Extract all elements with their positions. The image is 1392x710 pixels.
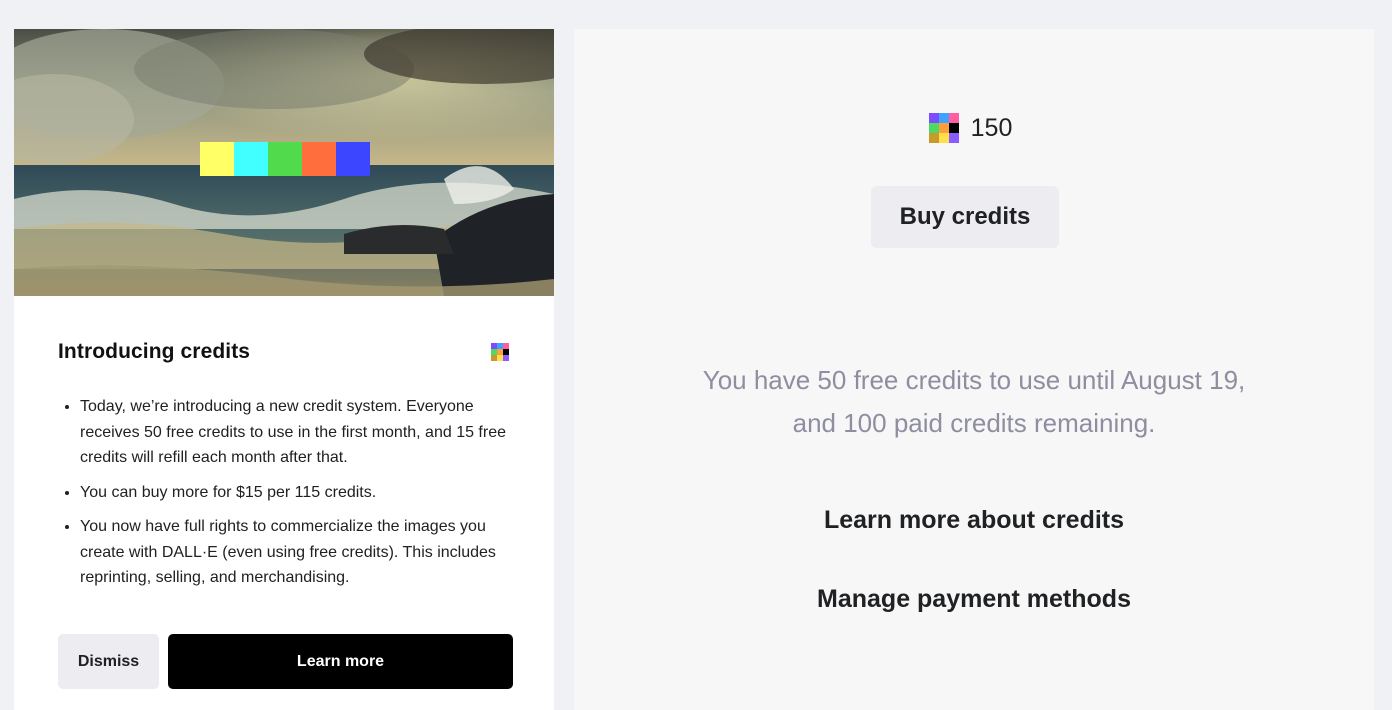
credits-icon-cell <box>948 123 959 133</box>
credits-icon-cell <box>938 123 949 133</box>
credits-icon-cell <box>948 113 959 123</box>
dalle-logo-swatches <box>200 142 370 176</box>
credits-icon-cell <box>928 133 939 143</box>
logo-swatch-orange <box>302 142 336 176</box>
card-actions: Dismiss Learn more <box>58 634 513 689</box>
card-title: Introducing credits <box>58 340 251 363</box>
learn-more-credits-link[interactable]: Learn more about credits <box>574 506 1374 535</box>
dismiss-button[interactable]: Dismiss <box>58 634 159 689</box>
balance-description: You have 50 free credits to use until Au… <box>574 359 1374 445</box>
feature-list: Today, we’re introducing a new credit sy… <box>58 394 512 591</box>
credits-icon-cell <box>938 113 949 123</box>
balance-line: and 100 paid credits remaining. <box>792 408 1156 438</box>
credits-icon-cell <box>503 355 509 361</box>
hero-image <box>14 29 554 296</box>
logo-swatch-yellow <box>200 142 234 176</box>
balance-line: You have 50 free credits to use until Au… <box>702 365 1246 395</box>
credits-icon-cell <box>928 123 939 133</box>
logo-swatch-blue <box>336 142 370 176</box>
credits-icon-cell <box>938 133 949 143</box>
credits-icon-cell <box>928 113 939 123</box>
learn-more-button[interactable]: Learn more <box>168 634 513 689</box>
list-item: Today, we’re introducing a new credit sy… <box>80 394 512 471</box>
card-body: Introducing credits Today, we’re introdu… <box>14 296 554 591</box>
credits-icon-cell <box>948 133 959 143</box>
introducing-credits-card: Introducing credits Today, we’re introdu… <box>14 29 554 710</box>
manage-payment-methods-link[interactable]: Manage payment methods <box>574 585 1374 614</box>
credit-count: 150 <box>970 113 1013 142</box>
credit-balance: 150 <box>567 113 1374 143</box>
credits-grid-icon <box>491 343 509 361</box>
card-header: Introducing credits <box>58 340 512 364</box>
logo-swatch-cyan <box>234 142 268 176</box>
list-item: You can buy more for $15 per 115 credits… <box>80 480 512 506</box>
buy-credits-button[interactable]: Buy credits <box>871 186 1059 248</box>
credits-grid-icon <box>928 113 959 143</box>
credits-panel: 150 Buy credits You have 50 free credits… <box>574 29 1374 710</box>
logo-swatch-green <box>268 142 302 176</box>
list-item: You now have full rights to commercializ… <box>80 514 512 591</box>
page: Introducing credits Today, we’re introdu… <box>0 0 1392 710</box>
